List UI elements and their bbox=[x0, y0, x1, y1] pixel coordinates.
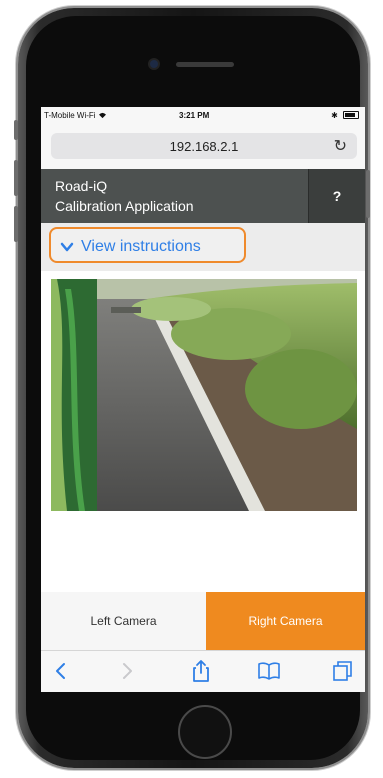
volume-up-button bbox=[14, 160, 18, 196]
share-icon[interactable] bbox=[189, 659, 213, 683]
status-bar: T-Mobile Wi-Fi 3:21 PM ✱ bbox=[41, 107, 365, 125]
camera-feed-image bbox=[51, 279, 357, 511]
view-instructions-button[interactable]: View instructions bbox=[49, 227, 246, 263]
right-camera-button[interactable]: Right Camera bbox=[206, 592, 365, 650]
carrier-text: T-Mobile Wi-Fi bbox=[44, 111, 96, 120]
browser-toolbar bbox=[41, 650, 365, 692]
carrier-label: T-Mobile Wi-Fi bbox=[44, 111, 107, 120]
help-button[interactable]: ? bbox=[308, 169, 365, 223]
volume-down-button bbox=[14, 206, 18, 242]
reload-icon[interactable]: ↻ bbox=[334, 136, 347, 156]
view-instructions-label: View instructions bbox=[81, 238, 201, 255]
address-bar: 192.168.2.1 ↻ bbox=[41, 125, 365, 170]
url-text: 192.168.2.1 bbox=[169, 139, 239, 154]
status-time: 3:21 PM bbox=[179, 111, 210, 120]
status-right: ✱ bbox=[331, 111, 359, 120]
camera-feed-scene bbox=[51, 279, 357, 511]
left-camera-button[interactable]: Left Camera bbox=[41, 592, 206, 650]
wifi-icon bbox=[98, 112, 106, 119]
phone-screen: T-Mobile Wi-Fi 3:21 PM ✱ 192.168.2.1 ↻ R… bbox=[41, 107, 365, 692]
tabs-icon[interactable] bbox=[331, 659, 355, 683]
chevron-down-icon bbox=[60, 229, 74, 279]
url-field[interactable]: 192.168.2.1 ↻ bbox=[51, 133, 357, 159]
forward-icon[interactable] bbox=[115, 659, 139, 683]
speaker-grille bbox=[176, 62, 234, 67]
mute-switch bbox=[14, 120, 18, 140]
app-title: Road-iQ Calibration Application bbox=[55, 176, 194, 216]
bookmarks-icon[interactable] bbox=[257, 659, 281, 683]
back-icon[interactable] bbox=[49, 659, 73, 683]
battery-icon bbox=[343, 111, 359, 119]
power-button bbox=[366, 170, 370, 218]
instructions-row: View instructions bbox=[41, 223, 365, 271]
front-camera-icon bbox=[150, 60, 158, 68]
camera-selector: Left Camera Right Camera bbox=[41, 592, 365, 650]
app-title-line2: Calibration Application bbox=[55, 198, 194, 214]
app-header: Road-iQ Calibration Application ? bbox=[41, 169, 365, 223]
app-title-line1: Road-iQ bbox=[55, 178, 108, 194]
home-button[interactable] bbox=[178, 705, 232, 759]
bluetooth-icon: ✱ bbox=[331, 111, 338, 120]
